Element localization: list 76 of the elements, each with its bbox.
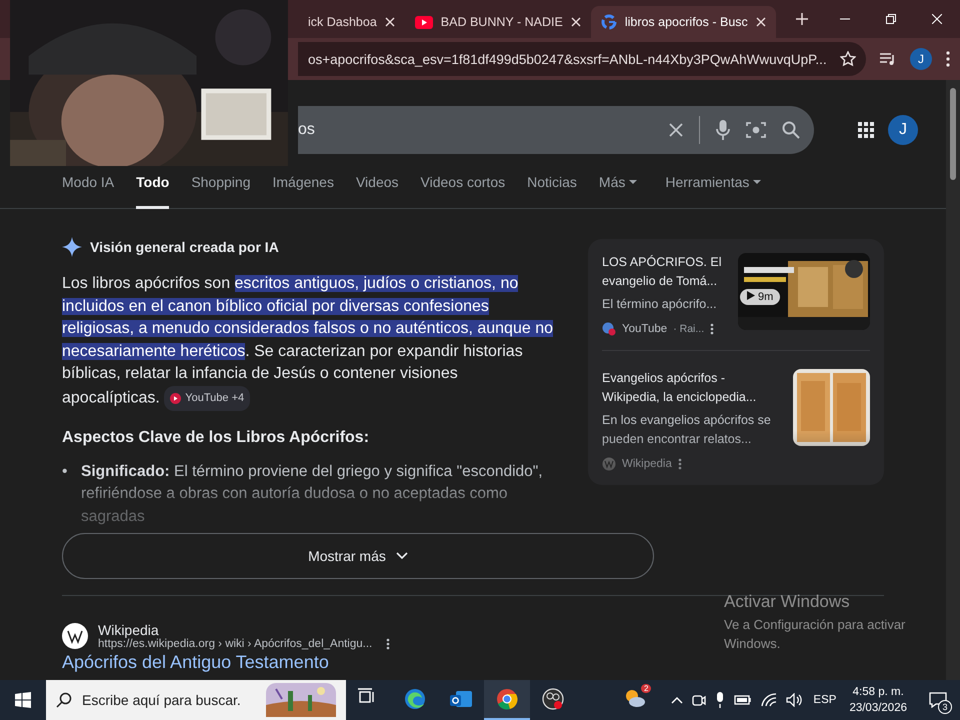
search-tab[interactable]: Videos — [356, 168, 399, 209]
browser-tab[interactable]: libros apocrifos - Busc — [590, 6, 776, 38]
plus-icon — [796, 13, 808, 25]
profile-avatar[interactable]: J — [888, 115, 918, 145]
camera-icon[interactable] — [692, 693, 706, 707]
search-tab[interactable]: Videos cortos — [420, 168, 506, 209]
clock-date[interactable]: 23/03/2026 — [849, 700, 907, 716]
source-chip[interactable]: YouTube +4 — [164, 386, 250, 411]
source-title[interactable]: LOS APÓCRIFOS. El evangelio de Tomá... — [602, 253, 728, 291]
close-icon — [756, 17, 766, 27]
google-icon — [600, 14, 617, 30]
search-tab[interactable]: Imágenes — [272, 168, 334, 209]
wikipedia-logo-icon — [62, 623, 88, 650]
section-heading: Aspectos Clave de los Libros Apócrifos: — [62, 428, 370, 447]
result-link[interactable]: Apócrifos del Antiguo Testamento — [62, 652, 946, 672]
duration-label: 9m — [740, 289, 780, 305]
play-icon — [414, 16, 433, 28]
youtube-icon — [170, 392, 182, 404]
more-icon[interactable] — [678, 458, 682, 470]
wifi-icon[interactable] — [761, 693, 778, 707]
sparkle-icon — [62, 237, 82, 257]
browser-tab[interactable]: BAD BUNNY - NADIE — [404, 6, 591, 38]
site-name: Wikipedia — [98, 622, 160, 638]
profile-avatar[interactable]: J — [910, 48, 932, 70]
taskbar-search-field[interactable]: Escribe aquí para buscar. — [46, 680, 346, 720]
overview-paragraph: Los libros apócrifos son escritos antiguos, judíos o cristianos, no incluidos en el canon bíblico oficial por diversas confesiones religiosas, a menudo considerados falsos o no auténticos, aunque no necesariamente heréticos. Se caracterizan por expandir historias bíblicas, relatar la infancia de Jesús o contener visiones apocalípticas. YouTube +4 — [62, 273, 554, 411]
language-indicator[interactable]: ESP — [813, 694, 836, 706]
restore-icon[interactable] — [886, 14, 896, 24]
search-icon — [56, 692, 72, 708]
chevron-up-icon[interactable] — [671, 696, 684, 704]
source-snippet: En los evangelios apócrifos se pueden encontrar relatos... — [602, 412, 772, 448]
microphone-icon[interactable] — [715, 692, 726, 708]
close-icon — [384, 17, 395, 27]
mail-app-icon[interactable] — [450, 688, 472, 710]
scrollbar-thumb[interactable] — [950, 88, 956, 180]
notification-count: 3 — [938, 700, 952, 714]
notification-badge: 2 — [640, 684, 652, 692]
chevron-down-icon — [396, 552, 408, 560]
source-title[interactable]: Evangelios apócrifos - Wikipedia, la enciclopedia... — [602, 369, 783, 407]
close-icon — [570, 17, 581, 27]
activation-title: Activar Windows — [724, 592, 851, 612]
clock-time[interactable]: 4:58 p. m. — [849, 684, 907, 700]
address-bar[interactable]: os+apocrifos&sca_esv=1f81df499d5b0247&sxsrf=ANbL-n44Xby3PQwAhWwuvqUpP... — [298, 42, 866, 76]
search-icon[interactable] — [782, 121, 800, 139]
search-bar[interactable]: os — [298, 106, 814, 154]
edge-icon[interactable] — [404, 688, 426, 710]
activation-text: Ve a Configuración para activar Windows. — [724, 616, 906, 653]
media-list-icon[interactable] — [880, 52, 896, 66]
search-tab[interactable]: Shopping — [191, 168, 250, 209]
bullet-text: Significado: El término proviene del griego y significa "escondido", refiriéndose a obras con autoría dudosa o no aceptadas como sagradas — [81, 462, 544, 527]
search-tab[interactable]: Noticias — [527, 168, 577, 209]
show-more-button[interactable]: Mostrar más — [62, 533, 654, 580]
apps-grid-icon[interactable] — [858, 122, 874, 138]
source-site: Wikipedia — [622, 458, 672, 470]
source-meta: · Rai... — [673, 323, 704, 335]
search-field[interactable]: os — [298, 115, 653, 145]
search-tab[interactable]: Herramientas — [665, 168, 762, 209]
star-icon[interactable] — [840, 51, 856, 67]
speaker-icon[interactable] — [786, 693, 804, 707]
source-snippet: El término apócrifo... — [602, 296, 718, 313]
play-icon — [747, 291, 755, 300]
browser-tab[interactable]: ick Dashboa — [298, 6, 405, 38]
battery-icon[interactable] — [734, 694, 752, 706]
wikipedia-icon — [602, 457, 616, 471]
source-site: YouTube — [622, 323, 668, 335]
recorder-icon[interactable] — [542, 688, 564, 710]
more-icon[interactable] — [386, 638, 390, 650]
search-tab[interactable]: Más — [598, 168, 638, 209]
menu-icon[interactable] — [946, 51, 950, 67]
site-url: https://es.wikipedia.org › wiki › Apócrifos_del_Antigu... — [98, 638, 372, 650]
search-tab[interactable]: Modo IA — [62, 168, 114, 209]
overview-title: Visión general creada por IA — [90, 239, 279, 255]
more-icon[interactable] — [710, 323, 714, 335]
bullet-marker: • — [62, 462, 68, 482]
windows-start-icon[interactable] — [15, 692, 31, 708]
chrome-icon[interactable] — [496, 688, 518, 710]
